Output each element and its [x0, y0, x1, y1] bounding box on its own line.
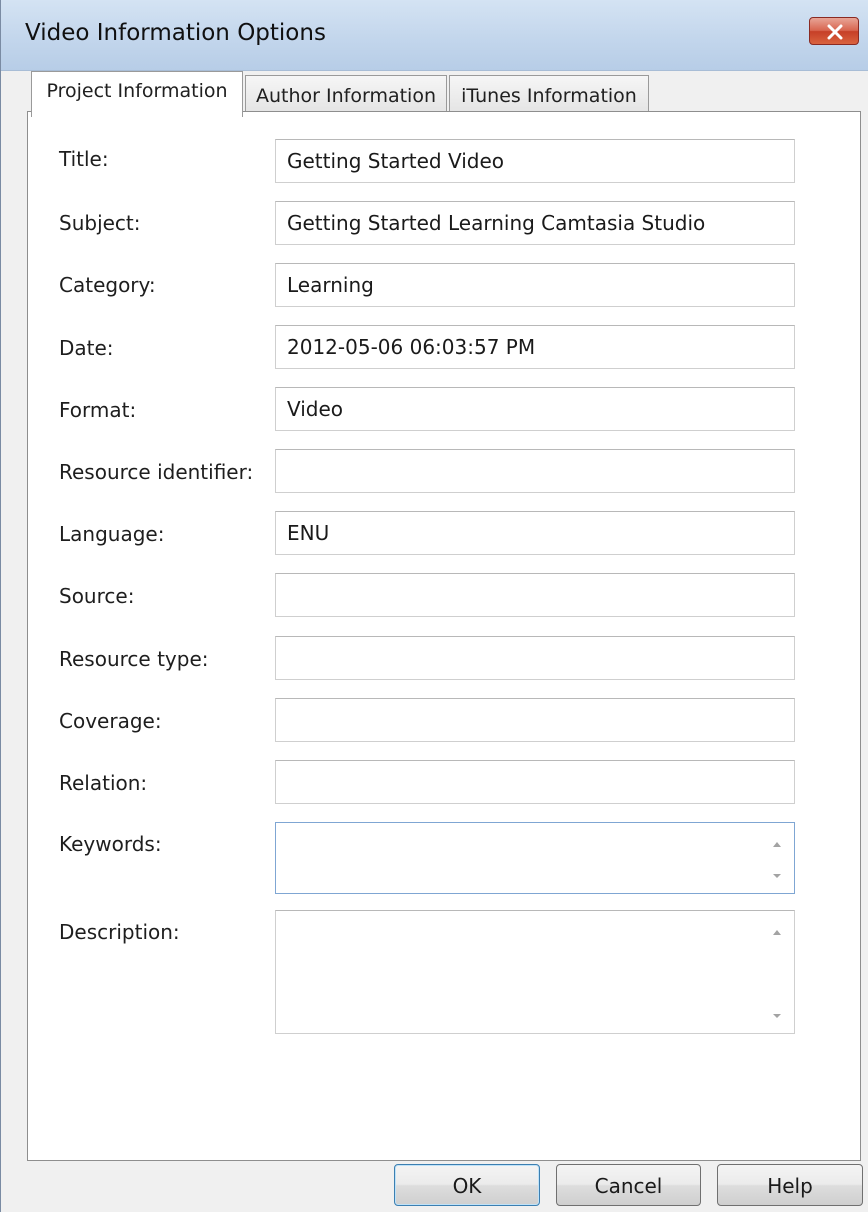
- tab-itunes-information[interactable]: iTunes Information: [449, 75, 649, 115]
- dialog-window: Video Information Options Project Inform…: [0, 0, 868, 1212]
- scroll-up-arrow-icon[interactable]: [769, 839, 785, 849]
- coverage-field[interactable]: [275, 698, 795, 742]
- help-button[interactable]: Help: [717, 1164, 863, 1206]
- tab-author-information[interactable]: Author Information: [245, 75, 447, 115]
- date-field[interactable]: 2012-05-06 06:03:57 PM: [275, 325, 795, 369]
- resource-type-field[interactable]: [275, 636, 795, 680]
- format-field[interactable]: Video: [275, 387, 795, 431]
- subject-label: Subject:: [59, 211, 141, 235]
- title-label: Title:: [59, 147, 109, 171]
- tab-label: Project Information: [46, 80, 228, 102]
- scroll-up-arrow-icon[interactable]: [769, 927, 785, 937]
- relation-field[interactable]: [275, 760, 795, 804]
- resource-identifier-label: Resource identifier:: [59, 460, 254, 484]
- project-information-panel: Title: Getting Started Video Subject: Ge…: [27, 111, 861, 1161]
- keywords-label: Keywords:: [59, 832, 162, 856]
- cancel-button[interactable]: Cancel: [556, 1164, 701, 1206]
- resource-identifier-field[interactable]: [275, 449, 795, 493]
- keywords-textarea[interactable]: [275, 822, 795, 894]
- language-field[interactable]: ENU: [275, 511, 795, 555]
- resource-type-label: Resource type:: [59, 647, 209, 671]
- tab-label: iTunes Information: [461, 85, 637, 107]
- cancel-button-label: Cancel: [594, 1174, 663, 1198]
- close-button[interactable]: [809, 17, 859, 45]
- description-textarea[interactable]: [275, 910, 795, 1034]
- date-label: Date:: [59, 336, 114, 360]
- source-label: Source:: [59, 584, 135, 608]
- source-field[interactable]: [275, 573, 795, 617]
- language-label: Language:: [59, 522, 165, 546]
- category-field[interactable]: Learning: [275, 263, 795, 307]
- close-icon: [827, 24, 843, 40]
- title-field[interactable]: Getting Started Video: [275, 139, 795, 183]
- tab-label: Author Information: [256, 85, 436, 107]
- scroll-down-arrow-icon[interactable]: [769, 1011, 785, 1021]
- help-button-label: Help: [767, 1174, 813, 1198]
- relation-label: Relation:: [59, 771, 148, 795]
- category-label: Category:: [59, 273, 156, 297]
- ok-button[interactable]: OK: [394, 1164, 540, 1206]
- format-label: Format:: [59, 398, 137, 422]
- title-bar[interactable]: Video Information Options: [1, 0, 868, 71]
- ok-button-label: OK: [452, 1174, 482, 1198]
- coverage-label: Coverage:: [59, 709, 162, 733]
- subject-field[interactable]: Getting Started Learning Camtasia Studio: [275, 201, 795, 245]
- description-label: Description:: [59, 920, 180, 944]
- tab-project-information[interactable]: Project Information: [31, 71, 243, 117]
- dialog-title: Video Information Options: [25, 20, 326, 46]
- scroll-down-arrow-icon[interactable]: [769, 871, 785, 881]
